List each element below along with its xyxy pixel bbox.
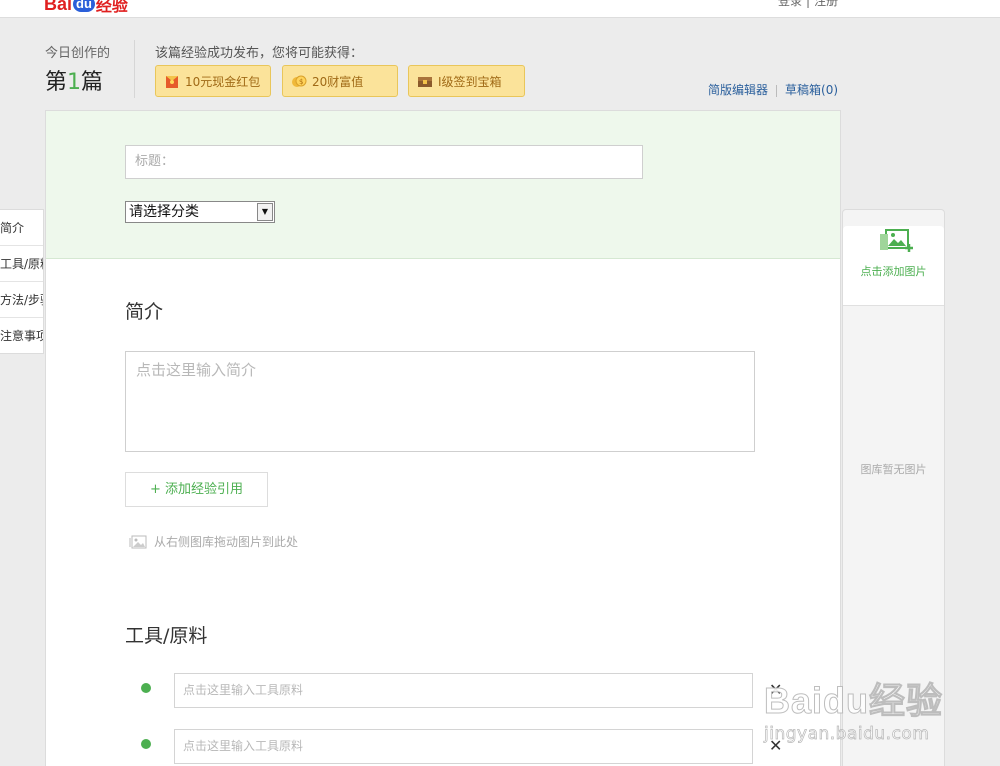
image-gallery: 点击添加图片 图库暂无图片 [842, 209, 945, 766]
add-image-button[interactable]: 点击添加图片 [843, 226, 944, 306]
baidu-jingyan-logo[interactable]: Bai du 经验 [44, 0, 128, 15]
section-nav: 简介 工具/原料 方法/步骤 注意事项 [0, 209, 44, 354]
title-input[interactable]: 标题： [125, 145, 643, 179]
summary-textarea[interactable]: 点击这里输入简介 [125, 351, 755, 452]
add-reference-button[interactable]: + 添加经验引用 [125, 472, 268, 507]
account-links: 登录 | 注册 [774, 0, 842, 9]
close-icon[interactable]: ✕ [769, 682, 782, 698]
reward-label: 20财富值 [312, 74, 364, 89]
register-link[interactable]: 注册 [814, 0, 838, 8]
summary-heading: 简介 [125, 301, 164, 323]
dropdown-arrow-icon[interactable]: ▼ [257, 203, 273, 221]
count-number: 1 [67, 70, 82, 95]
coin-icon: $ [292, 75, 307, 87]
gallery-empty-text: 图库暂无图片 [860, 463, 927, 476]
reward-cash-redpacket: 10元现金红包 [155, 65, 271, 97]
nav-item-notes[interactable]: 注意事项 [0, 318, 43, 354]
reward-treasure-box: I级签到宝箱 [408, 65, 525, 97]
category-selected-value: 请选择分类 [129, 204, 199, 220]
link-divider [776, 84, 778, 97]
login-link[interactable]: 登录 [778, 0, 802, 8]
red-packet-icon [166, 76, 178, 88]
add-image-label: 点击添加图片 [860, 265, 927, 278]
svg-text:$: $ [299, 78, 303, 86]
count-suffix: 篇 [81, 70, 104, 95]
tools-heading: 工具/原料 [125, 625, 208, 647]
logo-text-du: du [73, 0, 95, 12]
drag-hint-text: 从右侧图库拖动图片到此处 [154, 535, 299, 549]
drag-image-hint: 从右侧图库拖动图片到此处 [128, 533, 298, 550]
simple-editor-link[interactable]: 简版编辑器 [708, 83, 768, 97]
close-icon[interactable]: ✕ [769, 738, 782, 754]
nav-item-tools[interactable]: 工具/原料 [0, 246, 43, 282]
tool-input[interactable]: 点击这里输入工具原料 [174, 673, 753, 708]
bullet-dot-icon [141, 683, 151, 693]
header-divider [134, 40, 135, 98]
nav-item-summary[interactable]: 简介 [0, 210, 43, 246]
add-image-icon [879, 229, 913, 252]
editor-links: 简版编辑器 草稿箱(0) [708, 81, 838, 98]
category-select[interactable]: 请选择分类 ▼ [125, 201, 275, 223]
logo-text-jingyan: 经验 [95, 0, 128, 15]
rewards-title: 该篇经验成功发布，您将可能获得： [155, 46, 364, 61]
reward-wealth: $ 20财富值 [282, 65, 398, 97]
count-prefix: 第 [45, 70, 68, 95]
reward-label: 10元现金红包 [185, 74, 261, 89]
tool-input[interactable]: 点击这里输入工具原料 [174, 729, 753, 764]
nav-item-steps[interactable]: 方法/步骤 [0, 282, 43, 318]
today-created-label: 今日创作的 [45, 46, 111, 61]
reward-label: I级签到宝箱 [438, 74, 502, 89]
bullet-dot-icon [141, 739, 151, 749]
image-placeholder-icon [129, 535, 147, 548]
drafts-link[interactable]: 草稿箱(0) [785, 83, 838, 97]
editor-panel: 标题： 请选择分类 ▼ 简介 点击这里输入简介 + 添加经验引用 从右侧图库拖动… [45, 110, 841, 766]
logo-text-bai: Bai [44, 0, 73, 14]
treasure-chest-icon [418, 77, 432, 87]
today-created-count: 第1篇 [45, 64, 103, 96]
title-section: 标题： 请选择分类 ▼ [46, 111, 840, 259]
top-bar: Bai du 经验 登录 | 注册 [0, 0, 1000, 18]
